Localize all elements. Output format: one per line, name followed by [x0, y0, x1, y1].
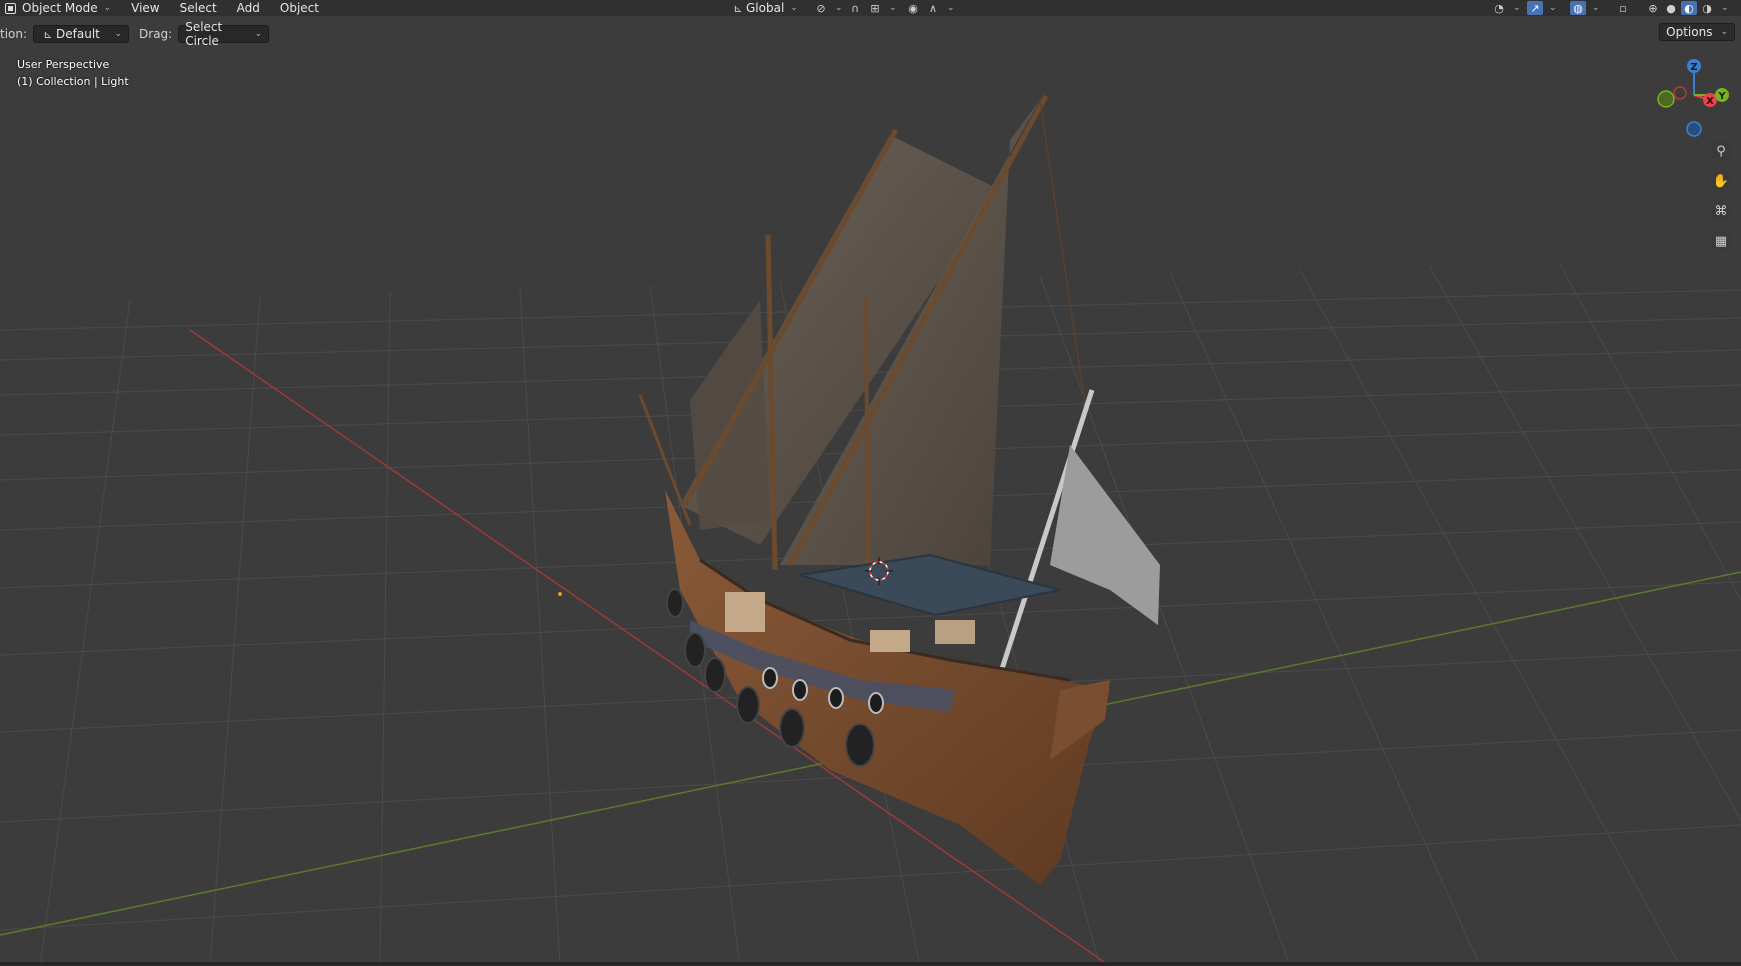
options-dropdown[interactable]: Options ⌄: [1659, 23, 1735, 41]
perspective-label: User Perspective: [17, 58, 110, 71]
zoom-icon: ⚲: [1716, 143, 1726, 159]
camera-view-button[interactable]: ⌘: [1710, 200, 1732, 222]
pan-hand-icon: ✋: [1712, 173, 1730, 189]
orientation-dropdown[interactable]: ⊾ Default ⌄: [33, 25, 130, 43]
chevron-down-icon: ⌄: [1721, 3, 1729, 13]
orientation-value: Default: [56, 27, 100, 41]
camera-view-icon: ⌘: [1714, 203, 1728, 219]
xray-icon: ▫: [1619, 1, 1627, 15]
xray-toggle[interactable]: ▫: [1610, 0, 1636, 16]
chevron-down-icon: ⌄: [103, 3, 112, 13]
3d-viewport[interactable]: Object Mode ⌄ View Select Add Object ⊾ G…: [0, 0, 1741, 966]
zoom-button[interactable]: ⚲: [1710, 140, 1732, 162]
snap-increment-icon: ⊞: [870, 1, 880, 15]
chevron-down-icon: ⌄: [1720, 27, 1728, 37]
viewport-scene: [0, 94, 1741, 966]
chevron-down-icon: ⌄: [790, 3, 798, 13]
menu-object[interactable]: Object: [275, 0, 324, 16]
gizmo-z-label: Z: [1690, 62, 1697, 73]
orientation-axes-icon: ⊾: [43, 27, 53, 41]
falloff-curve-icon: ∧: [928, 1, 938, 15]
chevron-down-icon: ⌄: [254, 29, 263, 39]
orientation-axes-icon: ⊾: [733, 1, 743, 15]
eye-icon: ◔: [1494, 1, 1504, 15]
overlays-icon: ◍: [1570, 1, 1586, 15]
chevron-down-icon: ⌄: [1513, 3, 1521, 13]
drag-label: Drag:: [139, 27, 173, 41]
gizmo-icon: ↗: [1527, 1, 1543, 15]
overlays-toggle[interactable]: ◍ ⌄: [1565, 0, 1605, 16]
gizmo-y-label: Y: [1717, 91, 1726, 102]
transform-orientation-label: Global: [746, 1, 785, 15]
viewport-header: Object Mode ⌄ View Select Add Object ⊾ G…: [0, 0, 1741, 16]
shading-rendered[interactable]: ◑ ⌄: [1694, 0, 1734, 16]
chevron-down-icon: ⌄: [1592, 3, 1600, 13]
ortho-toggle-button[interactable]: ▦: [1710, 230, 1732, 252]
chevron-down-icon: ⌄: [947, 3, 955, 13]
transform-orientation-dropdown[interactable]: ⊾ Global ⌄: [725, 0, 803, 16]
drag-value: Select Circle: [185, 20, 223, 48]
ship-model: [638, 94, 1160, 885]
mode-label: Object Mode: [22, 1, 98, 15]
rendered-sphere-icon: ◑: [1702, 1, 1712, 15]
gizmo-toggle[interactable]: ↗ ⌄: [1522, 0, 1562, 16]
mode-selector[interactable]: Object Mode ⌄: [0, 0, 116, 16]
options-label: Options: [1666, 25, 1713, 39]
magnet-icon: ∩: [850, 1, 860, 15]
menu-add[interactable]: Add: [232, 0, 265, 16]
ortho-grid-icon: ▦: [1714, 233, 1728, 249]
menu-select[interactable]: Select: [175, 0, 222, 16]
chevron-down-icon: ⌄: [114, 29, 123, 39]
chevron-down-icon: ⌄: [1549, 3, 1557, 13]
drag-dropdown[interactable]: Select Circle ⌄: [178, 20, 270, 48]
chevron-down-icon: ⌄: [889, 3, 897, 13]
orientation-label: tion:: [0, 27, 28, 41]
gizmo-x-label: X: [1706, 96, 1714, 107]
pan-button[interactable]: ✋: [1710, 170, 1732, 192]
pivot-link-icon: ⊘: [816, 1, 826, 15]
bottom-border: [0, 962, 1741, 966]
visibility-dropdown[interactable]: ◔ ⌄: [1486, 0, 1526, 16]
menu-view[interactable]: View: [126, 0, 164, 16]
falloff-dropdown[interactable]: ∧ ⌄: [920, 0, 960, 16]
light-object: [558, 592, 562, 596]
snap-target-dropdown[interactable]: ⊞ ⌄: [862, 0, 902, 16]
collection-label: (1) Collection | Light: [17, 75, 129, 88]
viewport-info: User Perspective (1) Collection | Light: [17, 56, 129, 90]
navigation-gizmo[interactable]: Z X Y: [1648, 55, 1734, 137]
proportional-editing-icon: ◉: [908, 1, 918, 15]
tool-settings-bar: tion: ⊾ Default ⌄ Drag: Select Circle ⌄: [0, 20, 270, 48]
object-mode-icon: [5, 2, 16, 14]
